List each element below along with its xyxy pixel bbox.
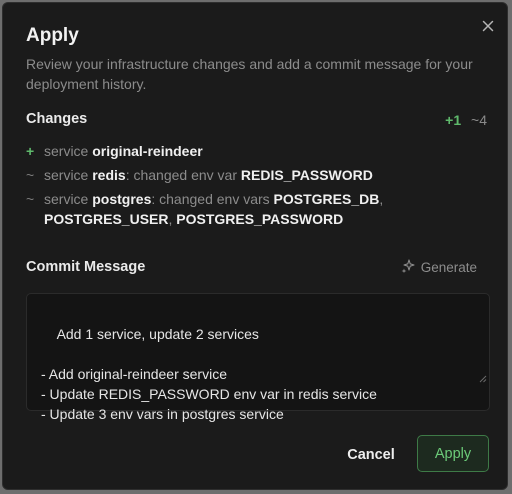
commit-message-input[interactable]: Add 1 service, update 2 services - Add o… [26,293,490,422]
change-item: ~ service redis: changed env var REDIS_PA… [26,165,466,185]
separator: , [379,191,384,207]
env-var-name: POSTGRES_DB [273,191,380,207]
env-var-name: POSTGRES_USER [44,211,169,227]
modified-symbol: ~ [26,167,35,183]
env-var-name: REDIS_PASSWORD [240,167,373,183]
commit-message-text: Add 1 service, update 2 services - Add o… [41,326,377,422]
dialog-description: Review your infrastructure changes and a… [26,56,473,92]
changes-title: Changes [26,111,88,127]
generate-label: Generate [420,260,477,275]
added-symbol: + [26,143,35,159]
change-prefix: service [44,191,93,207]
sparkle-icon [401,259,421,276]
change-prefix: service [44,143,93,159]
resize-handle-icon[interactable] [456,348,487,408]
apply-button[interactable]: Apply [417,435,489,472]
service-name: redis [92,167,126,183]
added-count: +1 [445,112,462,128]
change-item: + service original-reindeer [26,141,466,161]
service-name: original-reindeer [92,143,203,159]
change-item: ~ service postgres: changed env vars POST… [26,189,466,229]
env-var-name: POSTGRES_PASSWORD [176,211,344,227]
dialog-title: Apply [26,25,79,46]
apply-dialog: Apply Review your infrastructure changes… [2,2,508,490]
change-counts: +1 ~4 [445,112,487,128]
cancel-button[interactable]: Cancel [333,438,409,472]
close-icon[interactable] [479,17,497,35]
commit-message-title: Commit Message [26,259,146,275]
modified-symbol: ~ [26,191,35,207]
change-prefix: service [44,167,93,183]
modified-count: ~4 [471,112,487,128]
change-detail: : changed env var [125,167,241,183]
change-detail: : changed env vars [151,191,274,207]
generate-button[interactable]: Generate [401,259,477,276]
service-name: postgres [92,191,152,207]
